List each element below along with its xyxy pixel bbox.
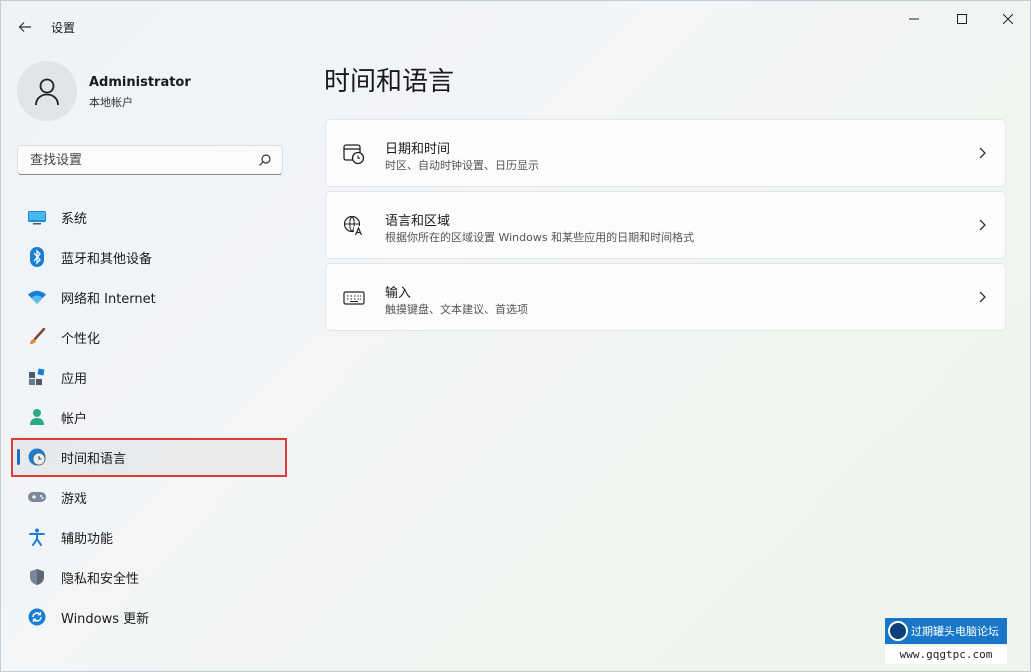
gamepad-icon — [27, 487, 47, 507]
chevron-right-icon — [979, 219, 986, 231]
watermark-badge: 过期罐头电脑论坛 www.gqgtpc.com — [885, 618, 1007, 664]
account-type: 本地帐户 — [89, 96, 133, 109]
calendar-clock-icon — [343, 143, 365, 165]
sidebar-nav: 系统 蓝牙和其他设备 网络和 Internet 个性化 应用 帐户 时间和语言 … — [13, 197, 285, 637]
sidebar-item-accessibility[interactable]: 辅助功能 — [13, 517, 285, 557]
page-title: 时间和语言 — [324, 67, 455, 97]
sidebar-item-label: 网络和 Internet — [61, 291, 156, 307]
sidebar-item-label: 蓝牙和其他设备 — [61, 251, 153, 267]
account-name: Administrator — [89, 75, 191, 90]
sidebar-item-network[interactable]: 网络和 Internet — [13, 277, 285, 317]
sidebar-item-label: Windows 更新 — [61, 611, 150, 627]
sidebar-item-label: 时间和语言 — [61, 451, 127, 467]
search-icon[interactable] — [258, 153, 272, 167]
avatar[interactable] — [17, 61, 77, 121]
sidebar-item-windows-update[interactable]: Windows 更新 — [13, 597, 285, 637]
maximize-icon — [957, 14, 967, 24]
language-icon — [343, 215, 365, 237]
sidebar-item-label: 游戏 — [61, 491, 88, 507]
settings-window: 设置 Administrator 本地帐户 系统 — [0, 0, 1031, 672]
close-icon — [1003, 14, 1013, 24]
monitor-icon — [27, 207, 47, 227]
card-input[interactable]: 输入 触摸键盘、文本建议、首选项 — [325, 263, 1006, 331]
chevron-right-icon — [979, 147, 986, 159]
card-title: 语言和区域 — [385, 214, 451, 229]
minimize-button[interactable] — [891, 1, 937, 37]
keyboard-icon — [343, 287, 365, 309]
shield-icon — [27, 567, 47, 587]
person-icon — [27, 407, 47, 427]
sidebar-item-label: 帐户 — [61, 411, 88, 427]
sidebar-item-bluetooth[interactable]: 蓝牙和其他设备 — [13, 237, 285, 277]
sidebar-item-label: 隐私和安全性 — [61, 571, 140, 587]
search-box[interactable] — [17, 145, 283, 175]
title-bar: 设置 — [1, 1, 1030, 47]
wifi-icon — [27, 287, 47, 307]
app-title: 设置 — [51, 21, 76, 35]
sidebar-item-accounts[interactable]: 帐户 — [13, 397, 285, 437]
sidebar-item-system[interactable]: 系统 — [13, 197, 285, 237]
card-date-time[interactable]: 日期和时间 时区、自动时钟设置、日历显示 — [325, 119, 1006, 187]
forum-logo-icon — [888, 621, 908, 641]
maximize-button[interactable] — [939, 1, 985, 37]
card-subtitle: 根据你所在的区域设置 Windows 和某些应用的日期和时间格式 — [385, 231, 695, 244]
sidebar-item-label: 个性化 — [61, 331, 101, 347]
card-subtitle: 触摸键盘、文本建议、首选项 — [385, 303, 528, 316]
sidebar-item-time-language[interactable]: 时间和语言 — [13, 437, 285, 477]
sidebar-item-label: 系统 — [61, 211, 88, 227]
back-button[interactable] — [11, 13, 39, 41]
chevron-right-icon — [979, 291, 986, 303]
brush-icon — [27, 327, 47, 347]
minimize-icon — [909, 18, 919, 20]
search-input[interactable] — [28, 152, 252, 169]
sidebar-item-apps[interactable]: 应用 — [13, 357, 285, 397]
globe-clock-icon — [27, 447, 47, 467]
sidebar-item-label: 应用 — [61, 371, 88, 387]
back-arrow-icon — [18, 22, 31, 32]
update-icon — [27, 607, 47, 627]
sidebar-item-personalization[interactable]: 个性化 — [13, 317, 285, 357]
accessibility-icon — [27, 527, 47, 547]
sidebar-item-gaming[interactable]: 游戏 — [13, 477, 285, 517]
close-button[interactable] — [985, 1, 1031, 37]
card-title: 日期和时间 — [385, 142, 451, 157]
user-icon — [35, 78, 59, 106]
card-subtitle: 时区、自动时钟设置、日历显示 — [385, 159, 539, 172]
watermark-name: 过期罐头电脑论坛 — [911, 625, 999, 638]
card-title: 输入 — [385, 286, 412, 301]
apps-icon — [27, 367, 47, 387]
watermark-url: www.gqgtpc.com — [885, 646, 1007, 664]
bluetooth-icon — [27, 247, 47, 267]
sidebar-item-label: 辅助功能 — [61, 531, 114, 547]
card-language-region[interactable]: 语言和区域 根据你所在的区域设置 Windows 和某些应用的日期和时间格式 — [325, 191, 1006, 259]
sidebar-item-privacy[interactable]: 隐私和安全性 — [13, 557, 285, 597]
